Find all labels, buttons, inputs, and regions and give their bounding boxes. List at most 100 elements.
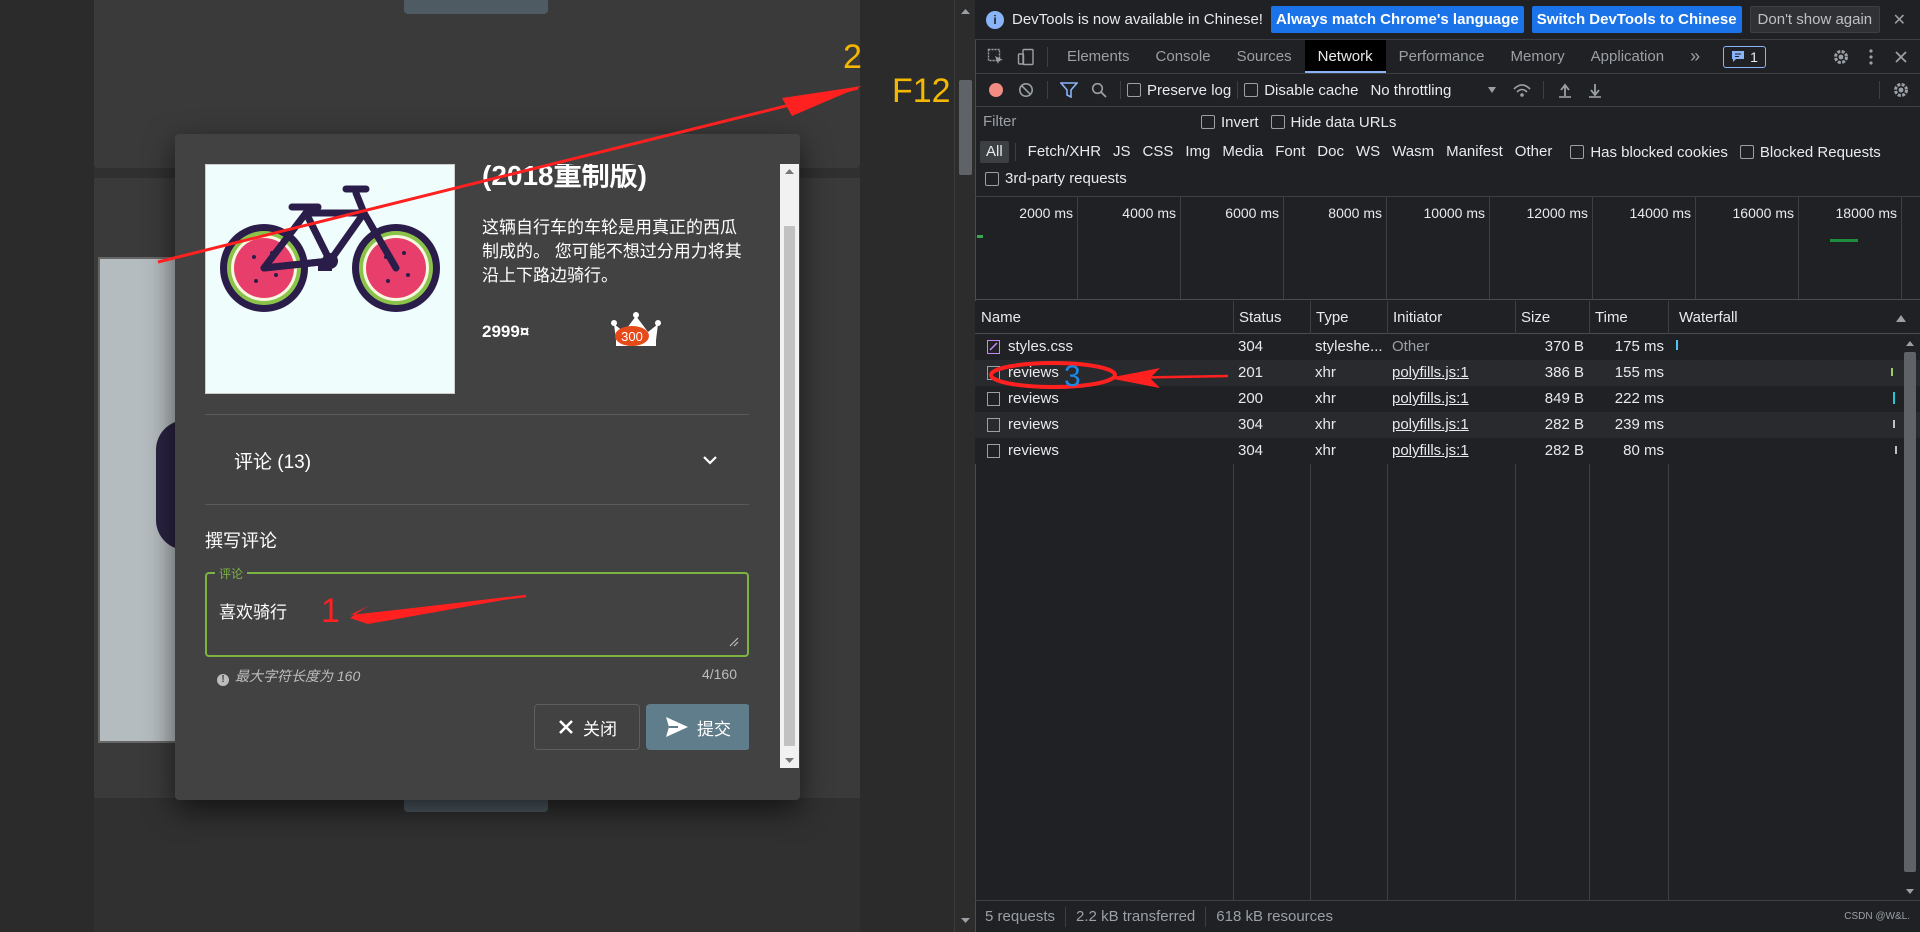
- scrollbar-thumb[interactable]: [1904, 352, 1916, 872]
- row-size: 282 B: [1544, 442, 1584, 459]
- type-js[interactable]: JS: [1107, 141, 1137, 163]
- type-wasm[interactable]: Wasm: [1386, 141, 1440, 163]
- checkbox[interactable]: [1127, 83, 1141, 97]
- dialog-scrollbar[interactable]: [780, 164, 799, 768]
- resize-handle-icon[interactable]: [729, 637, 739, 647]
- row-status: 304: [1238, 416, 1264, 433]
- kebab-menu-icon[interactable]: [1856, 42, 1886, 72]
- export-har-icon[interactable]: [1580, 75, 1610, 105]
- column-status[interactable]: Status: [1233, 301, 1282, 334]
- sort-arrow-icon[interactable]: [1895, 313, 1907, 323]
- column-name[interactable]: Name: [975, 301, 1021, 334]
- filter-icon[interactable]: [1054, 75, 1084, 105]
- close-devtools-icon[interactable]: [1886, 42, 1916, 72]
- match-language-button[interactable]: Always match Chrome's language: [1270, 6, 1524, 33]
- card-button-bottom[interactable]: [404, 798, 548, 812]
- scroll-up-icon[interactable]: [1900, 336, 1920, 350]
- row-name: reviews: [1008, 416, 1059, 433]
- type-media[interactable]: Media: [1216, 141, 1269, 163]
- column-time[interactable]: Time: [1589, 301, 1628, 334]
- type-other[interactable]: Other: [1509, 141, 1559, 163]
- table-row[interactable]: reviews 200 xhr polyfills.js:1 849 B 222…: [975, 386, 1920, 412]
- tab-network[interactable]: Network: [1304, 40, 1386, 73]
- row-initiator[interactable]: polyfills.js:1: [1392, 412, 1469, 438]
- table-row[interactable]: reviews 304 xhr polyfills.js:1 282 B 239…: [975, 412, 1920, 438]
- checkbox[interactable]: [1244, 83, 1259, 97]
- disable-cache-checkbox[interactable]: Disable cache: [1244, 82, 1358, 99]
- reviews-expander[interactable]: 评论 (13): [205, 414, 749, 504]
- submit-button[interactable]: 提交: [646, 704, 749, 750]
- import-har-icon[interactable]: [1550, 75, 1580, 105]
- page-scrollbar-thumb[interactable]: [959, 80, 972, 175]
- dropdown-arrow-icon[interactable]: [1487, 86, 1497, 94]
- column-type[interactable]: Type: [1310, 301, 1349, 334]
- network-conditions-icon[interactable]: [1507, 75, 1537, 105]
- page-scrollbar[interactable]: [954, 0, 975, 932]
- throttling-select[interactable]: No throttling: [1370, 82, 1485, 99]
- row-name: styles.css: [1008, 338, 1074, 355]
- review-textarea[interactable]: 评论 喜欢骑行: [205, 565, 749, 657]
- scroll-down-icon[interactable]: [955, 912, 976, 928]
- column-size[interactable]: Size: [1515, 301, 1550, 334]
- dont-show-again-button[interactable]: Don't show again: [1749, 6, 1881, 33]
- third-party-checkbox[interactable]: 3rd-party requests: [985, 170, 1127, 187]
- type-doc[interactable]: Doc: [1311, 141, 1350, 163]
- type-fetch-xhr[interactable]: Fetch/XHR: [1022, 141, 1107, 163]
- tab-elements[interactable]: Elements: [1054, 40, 1143, 73]
- request-table-scrollbar[interactable]: [1900, 334, 1920, 900]
- checkbox[interactable]: [985, 171, 999, 186]
- dialog-scrollbar-thumb[interactable]: [784, 226, 795, 746]
- checkbox[interactable]: [1270, 115, 1285, 129]
- card-button-top[interactable]: [404, 0, 548, 14]
- more-tabs-icon[interactable]: »: [1677, 40, 1713, 73]
- column-initiator[interactable]: Initiator: [1387, 301, 1442, 334]
- table-row[interactable]: styles.css 304 styleshe... Other 370 B 1…: [975, 334, 1920, 360]
- inspect-element-icon[interactable]: [981, 42, 1011, 72]
- xhr-icon: [987, 418, 1000, 432]
- row-initiator[interactable]: polyfills.js:1: [1392, 438, 1469, 464]
- checkbox[interactable]: [1201, 115, 1215, 129]
- invert-checkbox[interactable]: Invert: [1201, 114, 1259, 131]
- close-icon[interactable]: ✕: [1893, 10, 1906, 30]
- tab-sources[interactable]: Sources: [1224, 40, 1305, 73]
- row-time: 175 ms: [1614, 338, 1664, 355]
- network-overview[interactable]: 2000 ms 4000 ms 6000 ms 8000 ms 10000 ms…: [975, 196, 1920, 300]
- type-font[interactable]: Font: [1269, 141, 1311, 163]
- devtools-panel: i DevTools is now available in Chinese! …: [975, 0, 1920, 932]
- column-waterfall[interactable]: Waterfall: [1673, 301, 1738, 334]
- filter-input[interactable]: Filter: [979, 111, 1189, 133]
- clear-icon[interactable]: [1011, 75, 1041, 105]
- row-initiator[interactable]: polyfills.js:1: [1392, 386, 1469, 412]
- checkbox[interactable]: [1570, 145, 1585, 159]
- device-toolbar-icon[interactable]: [1011, 42, 1041, 72]
- blocked-requests-checkbox[interactable]: Blocked Requests: [1739, 144, 1881, 161]
- type-manifest[interactable]: Manifest: [1440, 141, 1509, 163]
- hide-data-urls-checkbox[interactable]: Hide data URLs: [1270, 114, 1396, 131]
- preserve-log-checkbox[interactable]: Preserve log: [1127, 82, 1231, 99]
- tab-memory[interactable]: Memory: [1498, 40, 1578, 73]
- type-css[interactable]: CSS: [1137, 141, 1180, 163]
- type-all[interactable]: All: [980, 141, 1009, 163]
- table-row[interactable]: reviews 201 xhr polyfills.js:1 386 B 155…: [975, 360, 1920, 386]
- resources-size: 618 kB resources: [1216, 907, 1334, 925]
- scroll-up-icon[interactable]: [780, 164, 799, 180]
- scroll-down-icon[interactable]: [1900, 884, 1920, 898]
- network-settings-gear-icon[interactable]: [1886, 75, 1916, 105]
- tab-console[interactable]: Console: [1143, 40, 1224, 73]
- row-initiator[interactable]: polyfills.js:1: [1392, 360, 1469, 386]
- scroll-down-icon[interactable]: [780, 752, 799, 768]
- type-img[interactable]: Img: [1179, 141, 1216, 163]
- checkbox[interactable]: [1739, 145, 1754, 159]
- search-icon[interactable]: [1084, 75, 1114, 105]
- close-button[interactable]: 关闭: [534, 704, 640, 750]
- record-icon[interactable]: [981, 75, 1011, 105]
- table-row[interactable]: reviews 304 xhr polyfills.js:1 282 B 80 …: [975, 438, 1920, 464]
- switch-chinese-button[interactable]: Switch DevTools to Chinese: [1531, 6, 1742, 33]
- issues-badge[interactable]: 1: [1723, 45, 1766, 68]
- blocked-cookies-checkbox[interactable]: Has blocked cookies: [1570, 144, 1728, 161]
- gear-icon[interactable]: [1826, 42, 1856, 72]
- scroll-up-icon[interactable]: [955, 4, 976, 20]
- tab-application[interactable]: Application: [1578, 40, 1677, 73]
- tab-performance[interactable]: Performance: [1386, 40, 1498, 73]
- type-ws[interactable]: WS: [1350, 141, 1386, 163]
